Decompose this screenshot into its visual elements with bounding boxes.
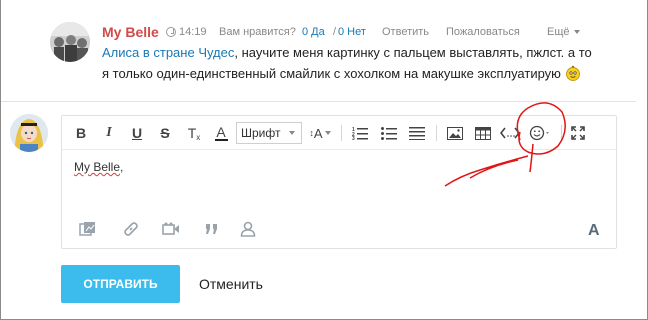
reply-link[interactable]: Ответить xyxy=(382,26,429,38)
strikethrough-button[interactable]: S xyxy=(158,124,172,142)
toolbar-separator xyxy=(436,125,437,141)
svg-text:3: 3 xyxy=(352,136,355,140)
font-size-button[interactable]: ↕ A xyxy=(309,124,331,142)
send-button[interactable]: ОТПРАВИТЬ xyxy=(61,265,180,303)
more-label: Ещё xyxy=(547,26,570,38)
comment-editor: B I U S Tx A Шрифт ↕ A 123 My Belle, A xyxy=(61,115,617,249)
fullscreen-button[interactable] xyxy=(570,124,586,142)
font-color-swatch xyxy=(214,138,228,141)
comment-timestamp: 14:19 xyxy=(166,26,207,38)
chevron-down-icon xyxy=(573,30,580,34)
smiley-icon xyxy=(565,65,581,81)
table-icon xyxy=(475,126,491,140)
editor-toolbar: B I U S Tx A Шрифт ↕ A 123 xyxy=(62,116,616,150)
toolbar-separator xyxy=(561,125,562,141)
source-code-button[interactable] xyxy=(500,124,520,142)
quote-icon xyxy=(206,224,217,234)
font-color-label: A xyxy=(216,123,226,140)
underline-button[interactable]: U xyxy=(130,124,144,142)
vote-separator: / xyxy=(333,26,337,38)
insert-image-button[interactable] xyxy=(447,124,463,142)
emoji-button[interactable] xyxy=(529,124,553,142)
comment-author-name[interactable]: My Belle xyxy=(102,24,159,40)
current-user-avatar xyxy=(10,114,48,152)
bullet-list-button[interactable] xyxy=(381,124,397,142)
chevron-down-icon xyxy=(289,131,296,135)
image-icon xyxy=(447,126,463,140)
editor-content-suffix: , xyxy=(120,160,124,174)
fullscreen-icon xyxy=(571,126,585,140)
clear-format-label: T xyxy=(187,125,197,141)
video-icon xyxy=(162,222,179,235)
comment-author-avatar[interactable] xyxy=(50,22,90,62)
text-format-toggle[interactable]: A xyxy=(588,222,600,240)
insert-table-button[interactable] xyxy=(475,124,491,142)
font-size-label: A xyxy=(313,125,323,141)
justify-icon xyxy=(409,127,425,140)
chevron-down-icon xyxy=(324,131,331,135)
divider xyxy=(0,101,636,102)
like-question: Вам нравится? xyxy=(219,26,296,38)
vote-yes-link[interactable]: 0 Да xyxy=(302,26,325,38)
user-icon xyxy=(240,221,256,237)
emoji-icon xyxy=(529,125,549,141)
vote-no-link[interactable]: 0 Нет xyxy=(338,26,366,38)
code-icon xyxy=(500,127,520,139)
link-icon xyxy=(124,222,138,236)
comment-time: 14:19 xyxy=(179,26,207,38)
editor-mention: My Belle xyxy=(74,160,121,174)
media-icon xyxy=(79,222,95,236)
report-link[interactable]: Пожаловаться xyxy=(446,26,520,38)
font-family-select[interactable]: Шрифт xyxy=(236,122,302,144)
more-menu[interactable]: Ещё xyxy=(547,26,580,38)
clear-format-button[interactable]: Tx xyxy=(186,124,202,142)
bullet-list-icon xyxy=(381,127,397,140)
attach-link-button[interactable] xyxy=(122,220,140,238)
cancel-button[interactable]: Отменить xyxy=(199,276,263,292)
clock-icon xyxy=(166,27,176,37)
font-color-button[interactable]: A xyxy=(213,124,229,142)
comment-body: Алиса в стране Чудес, научите меня карти… xyxy=(102,42,602,84)
mention-link[interactable]: Алиса в стране Чудес xyxy=(102,45,234,60)
ordered-list-button[interactable]: 123 xyxy=(352,124,368,142)
mention-user-button[interactable] xyxy=(239,220,257,238)
font-family-value: Шрифт xyxy=(241,126,281,140)
insert-quote-button[interactable] xyxy=(203,220,221,238)
toolbar-separator xyxy=(341,125,342,141)
clear-format-x: x xyxy=(196,132,201,142)
editor-input[interactable]: My Belle, xyxy=(74,160,123,174)
justify-button[interactable] xyxy=(409,124,425,142)
bold-button[interactable]: B xyxy=(74,124,88,142)
italic-button[interactable]: I xyxy=(102,124,116,142)
attach-media-button[interactable] xyxy=(79,220,97,238)
ordered-list-icon: 123 xyxy=(352,127,368,140)
attach-video-button[interactable] xyxy=(162,220,180,238)
